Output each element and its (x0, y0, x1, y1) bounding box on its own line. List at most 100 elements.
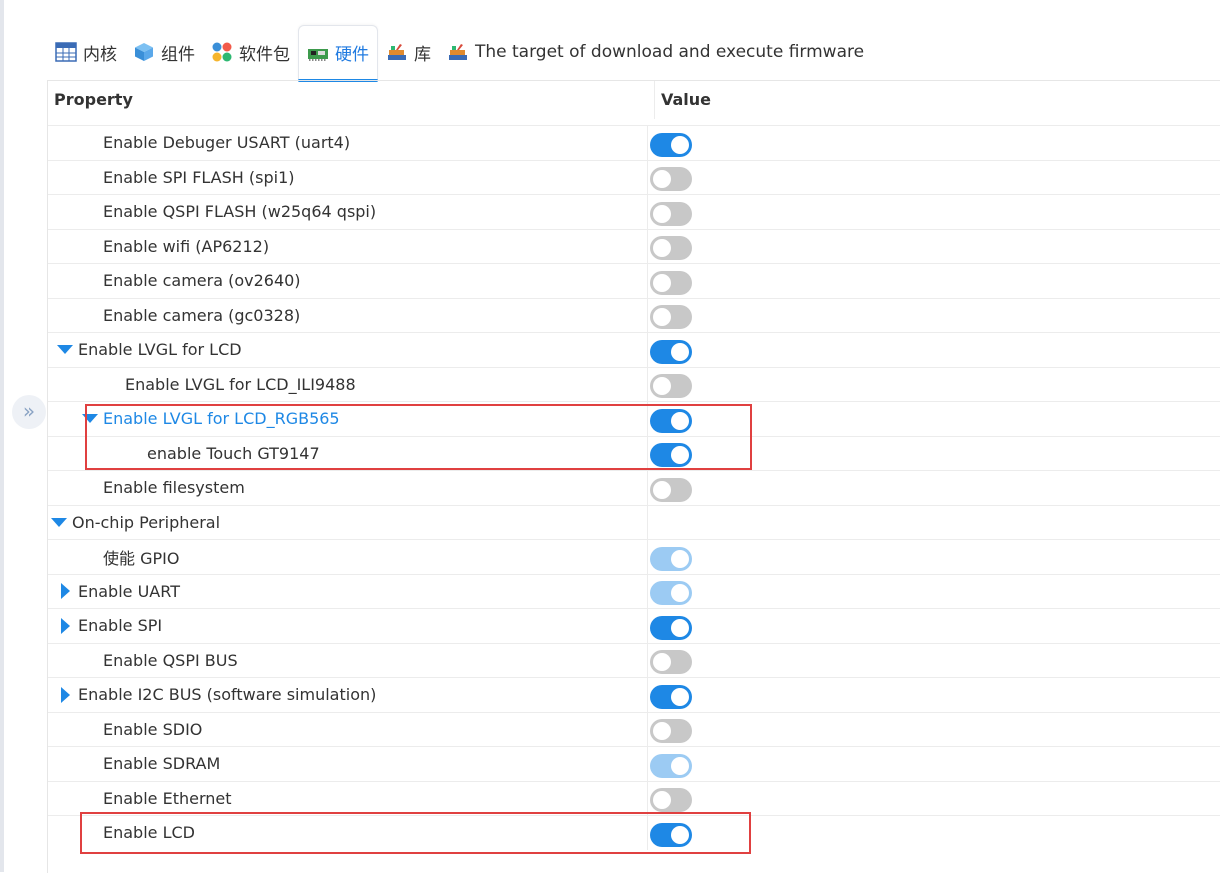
tab-components[interactable]: 组件 (125, 25, 203, 79)
property-label: Enable Debuger USART (uart4) (103, 133, 351, 153)
toggle-knob (671, 618, 689, 637)
value-cell (648, 506, 1220, 540)
tree-row[interactable]: Enable camera (ov2640) (48, 263, 1220, 298)
toggle-knob (653, 377, 671, 396)
value-cell (648, 161, 1220, 195)
property-cell: Enable QSPI BUS (48, 643, 648, 677)
toggle-switch[interactable] (650, 788, 692, 813)
property-cell: Enable LCD (48, 816, 648, 850)
tree-row[interactable]: Enable SPI (48, 608, 1220, 643)
tree-row[interactable]: Enable SDRAM (48, 746, 1220, 781)
tab-library[interactable]: 库 (378, 25, 439, 79)
toggle-knob (653, 239, 671, 258)
tree-row[interactable]: Enable camera (gc0328) (48, 297, 1220, 332)
toggle-switch[interactable] (650, 270, 692, 295)
tree-row[interactable]: enable Touch GT9147 (48, 435, 1220, 471)
property-cell: Enable LVGL for LCD (48, 333, 648, 367)
left-edge-bar (0, 0, 4, 872)
property-label: Enable LVGL for LCD_ILI9488 (125, 374, 356, 394)
property-label: Enable SPI (78, 616, 163, 636)
property-cell: 使能 GPIO (48, 540, 648, 574)
toggle-knob (653, 480, 671, 499)
tree-row[interactable]: Enable wifi (AP6212) (48, 228, 1220, 263)
toggle-switch[interactable] (650, 339, 692, 364)
property-label: Enable SPI FLASH (spi1) (103, 167, 295, 187)
toggle-knob (671, 549, 689, 568)
toggle-switch[interactable] (650, 684, 692, 709)
tree-row[interactable]: Enable LVGL for LCD_RGB565 (48, 401, 1220, 436)
property-cell: Enable SPI (48, 609, 648, 643)
tree-row[interactable]: Enable LVGL for LCD_ILI9488 (48, 366, 1220, 401)
property-label: Enable SDRAM (103, 754, 221, 774)
property-cell: Enable I2C BUS (software simulation) (48, 678, 648, 712)
tree-row[interactable]: Enable Debuger USART (uart4) (48, 125, 1220, 160)
tab-kernel[interactable]: 内核 (47, 25, 125, 79)
expand-arrow-right-icon[interactable] (54, 686, 76, 703)
tree-row[interactable]: On-chip Peripheral (48, 504, 1220, 540)
toggle-switch[interactable] (650, 650, 692, 675)
expand-sidebar-icon[interactable]: » (12, 395, 46, 429)
toggle-knob (671, 342, 689, 361)
expand-arrow-down-icon[interactable] (54, 345, 76, 355)
tree-row[interactable]: Enable SPI FLASH (spi1) (48, 159, 1220, 195)
toggle-switch[interactable] (650, 167, 692, 192)
toggle-knob (671, 756, 689, 775)
value-cell (648, 333, 1220, 367)
tree-row[interactable]: Enable Ethernet (48, 780, 1220, 816)
expand-arrow-right-icon[interactable] (54, 617, 76, 634)
toggle-knob (653, 791, 671, 810)
toggle-switch[interactable] (650, 201, 692, 226)
expand-arrow-down-icon[interactable] (48, 517, 70, 527)
toggle-switch[interactable] (650, 132, 692, 157)
property-cell: Enable Ethernet (48, 781, 648, 815)
value-cell (648, 402, 1220, 436)
toggle-switch[interactable] (650, 615, 692, 640)
property-label: 使能 GPIO (103, 548, 180, 568)
tab-download-target[interactable]: The target of download and execute firmw… (439, 25, 872, 79)
property-label: Enable QSPI FLASH (w25q64 qspi) (103, 202, 377, 222)
tree-row[interactable]: Enable QSPI BUS (48, 642, 1220, 677)
tab-hardware[interactable]: 硬件 (298, 24, 378, 82)
property-label: Enable LVGL for LCD (78, 340, 242, 360)
toggle-knob (671, 687, 689, 706)
property-tree: Enable Debuger USART (uart4) Enable SPI F… (48, 125, 1220, 850)
tree-row[interactable]: Enable LCD (48, 815, 1220, 850)
toggle-switch[interactable] (650, 408, 692, 433)
tree-row[interactable]: Enable SDIO (48, 711, 1220, 746)
library-books-icon (386, 41, 408, 63)
value-cell (648, 437, 1220, 471)
property-cell: Enable camera (gc0328) (48, 298, 648, 332)
property-cell: On-chip Peripheral (48, 505, 648, 539)
table-header: Property Value (48, 81, 1220, 119)
toggle-switch[interactable] (650, 822, 692, 847)
property-label: Enable UART (78, 581, 180, 601)
tree-row[interactable]: Enable QSPI FLASH (w25q64 qspi) (48, 194, 1220, 229)
tree-row[interactable]: Enable I2C BUS (software simulation) (48, 677, 1220, 712)
value-column-header: Value (661, 90, 712, 109)
toggle-switch[interactable] (650, 374, 692, 399)
value-cell (648, 609, 1220, 643)
tab-bar: 内核 组件 软件包 硬件 库 The target of download an… (47, 24, 872, 82)
tree-row[interactable]: 使能 GPIO (48, 539, 1220, 574)
toggle-switch[interactable] (650, 236, 692, 261)
expand-arrow-down-icon[interactable] (79, 414, 101, 424)
toggle-switch[interactable] (650, 477, 692, 502)
property-label: Enable camera (gc0328) (103, 305, 301, 325)
toggle-knob (653, 722, 671, 741)
tab-label: 组件 (161, 44, 195, 65)
value-cell (648, 747, 1220, 781)
triangle-shape (51, 517, 67, 527)
expand-arrow-right-icon[interactable] (54, 583, 76, 600)
tree-row[interactable]: Enable filesystem (48, 470, 1220, 505)
kernel-table-icon (55, 41, 77, 63)
tree-row[interactable]: Enable LVGL for LCD (48, 332, 1220, 367)
value-cell (648, 782, 1220, 816)
property-cell: Enable UART (48, 574, 648, 608)
property-cell: Enable filesystem (48, 471, 648, 505)
toggle-switch[interactable] (650, 719, 692, 744)
tree-row[interactable]: Enable UART (48, 573, 1220, 608)
tab-packages[interactable]: 软件包 (203, 25, 298, 79)
toggle-switch[interactable] (650, 305, 692, 330)
toggle-switch[interactable] (650, 443, 692, 468)
toggle-knob (653, 308, 671, 327)
